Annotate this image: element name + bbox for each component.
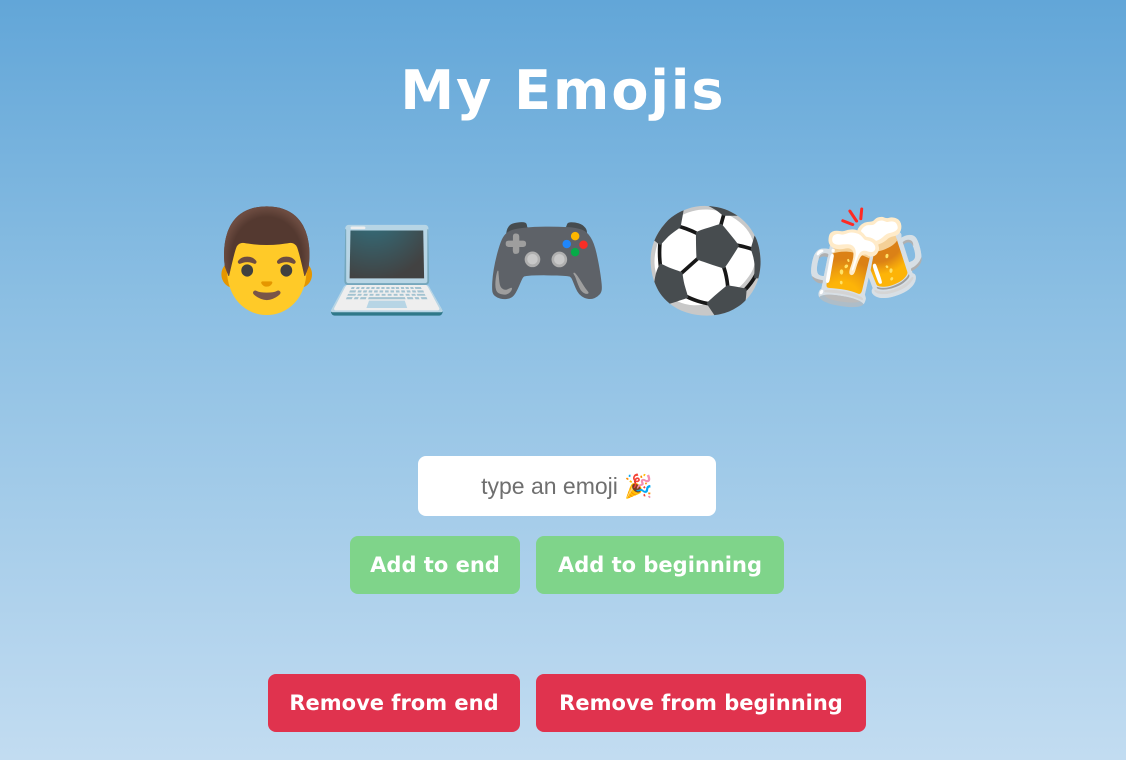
remove-from-beginning-button[interactable]: Remove from beginning [536,674,866,732]
clinking-beer-mugs-emoji: 🍻 [803,202,929,319]
video-game-controller-emoji: 🎮 [484,202,610,319]
emoji-input[interactable] [418,456,716,516]
soccer-ball-emoji: ⚽ [643,202,769,319]
man-emoji: 👨 [204,202,330,319]
page-title: My Emojis [400,59,726,123]
emoji-list: 👨 💻 🎮 ⚽ 🍻 [0,196,1126,326]
add-to-end-button[interactable]: Add to end [350,536,520,594]
laptop-emoji: 💻 [324,202,450,319]
remove-from-end-button[interactable]: Remove from end [268,674,520,732]
add-to-beginning-button[interactable]: Add to beginning [536,536,784,594]
